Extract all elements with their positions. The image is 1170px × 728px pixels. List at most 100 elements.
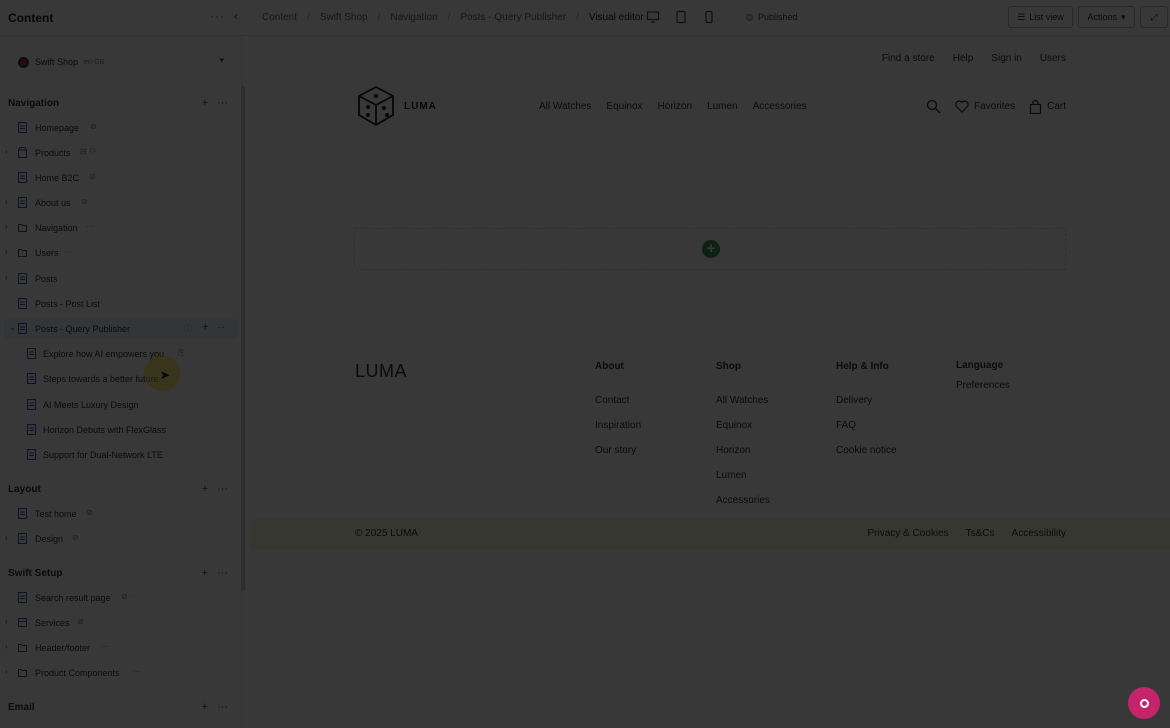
footer-link[interactable]: Preferences — [956, 380, 1010, 405]
mobile-icon[interactable] — [702, 10, 716, 24]
tree-item-search-result-page[interactable]: Search result page ⊘ ◌ — [0, 588, 240, 608]
top-bar: Content ··· ‹ Content / Swift Shop / Navig… — [0, 0, 1170, 36]
favorites-link[interactable]: Favorites — [955, 100, 1015, 113]
tree-item-product-components[interactable]: › Product Components ··· — [0, 663, 240, 683]
breadcrumb-current: Visual editor — [588, 12, 644, 23]
nav-link[interactable]: Equinox — [606, 101, 642, 112]
breadcrumb-item[interactable]: Swift Shop — [320, 12, 368, 23]
footer-link[interactable]: Equinox — [716, 420, 770, 445]
tree-item-homepage[interactable]: Homepage ⊘ — [0, 118, 240, 138]
favorites-label: Favorites — [973, 101, 1016, 112]
tree-item-users[interactable]: › Users ··· — [0, 243, 240, 263]
tree-item-design[interactable]: › Design ⊘ — [0, 529, 240, 549]
breadcrumb-item[interactable]: Content — [262, 12, 297, 23]
expand-chevron-icon[interactable]: › — [5, 273, 8, 282]
footer-brand: LUMA — [355, 361, 408, 381]
legal-link[interactable]: Ts&Cs — [966, 528, 995, 539]
brand-logo[interactable]: LUMA — [356, 85, 437, 127]
nav-link[interactable]: Accessories — [753, 101, 807, 112]
more-icon[interactable]: ··· — [86, 222, 94, 231]
tree-item-navigation[interactable]: › Navigation ··· — [0, 218, 240, 238]
expand-chevron-icon[interactable]: › — [5, 147, 8, 156]
add-icon[interactable]: + — [202, 567, 208, 579]
footer-link[interactable]: Horizon — [716, 445, 770, 470]
expand-chevron-icon[interactable]: › — [5, 617, 8, 626]
more-icon[interactable]: ··· — [217, 97, 228, 109]
tree-item-home-b2c[interactable]: Home B2C ⊘ — [0, 168, 240, 188]
nav-link[interactable]: Lumen — [707, 101, 738, 112]
tree-item-label: Steps towards a better future — [43, 374, 159, 384]
nav-link[interactable]: Horizon — [658, 101, 692, 112]
tree-item-about-us[interactable]: › About us ⊘ — [0, 193, 240, 213]
legal-link[interactable]: Privacy & Cookies — [867, 528, 948, 539]
hidden-icon: ⊘ — [72, 533, 79, 542]
footer-link[interactable]: Our story — [595, 445, 641, 470]
search-icon[interactable] — [926, 99, 941, 114]
desktop-icon[interactable] — [646, 10, 660, 24]
more-icon[interactable]: ··· — [217, 483, 228, 495]
utility-link[interactable]: Sign in — [991, 53, 1022, 64]
expand-chevron-icon[interactable]: › — [5, 247, 8, 256]
actions-button[interactable]: Actions ▾ — [1078, 6, 1135, 28]
footer-link[interactable]: Accessories — [716, 495, 770, 520]
expand-chevron-icon[interactable]: › — [5, 667, 8, 676]
more-icon[interactable]: ··· — [64, 247, 72, 256]
breadcrumb-item[interactable]: Navigation — [390, 12, 437, 23]
add-icon[interactable]: + — [202, 97, 208, 109]
info-icon[interactable]: ⓘ — [184, 323, 192, 334]
footer-link[interactable]: Inspiration — [595, 420, 641, 445]
list-view-button[interactable]: ☰ List view — [1008, 6, 1073, 28]
nav-link[interactable]: All Watches — [539, 101, 591, 112]
legal-link[interactable]: Accessibility — [1012, 528, 1066, 539]
tree-item-test-home[interactable]: Test home ⊘ — [0, 504, 240, 524]
footer-link[interactable]: Lumen — [716, 470, 770, 495]
tree-item-posts-post-list[interactable]: Posts - Post List — [0, 294, 240, 314]
tree-item-horizon-debuts[interactable]: Horizon Debuts with FlexGlass — [0, 420, 240, 440]
tree-item-products[interactable]: › Products ⊟ ⚇ ◌ — [0, 143, 240, 163]
breadcrumb-item[interactable]: Posts - Query Publisher — [460, 12, 566, 23]
tree-item-header-footer[interactable]: › Header/footer ··· — [0, 638, 240, 658]
expand-chevron-icon[interactable]: › — [5, 222, 8, 231]
tree-item-ai-meets-luxury[interactable]: AI Meets Luxury Design — [0, 395, 240, 415]
back-arrow-icon[interactable]: ‹ — [234, 9, 238, 23]
page-icon — [27, 424, 36, 435]
expand-chevron-icon[interactable]: › — [5, 642, 8, 651]
site-selector[interactable]: Swift Shop en-GB ▾ — [18, 54, 224, 70]
tree-item-services[interactable]: › Services ⊘ — [0, 613, 240, 633]
section-header-swift-setup: Swift Setup + ··· — [8, 565, 228, 581]
sidebar-scrollbar[interactable] — [241, 86, 245, 591]
cart-link[interactable]: Cart — [1029, 99, 1066, 114]
empty-content-dropzone[interactable]: + — [354, 228, 1066, 270]
footer-link[interactable]: Delivery — [836, 395, 897, 420]
add-block-button[interactable]: + — [702, 240, 720, 258]
expand-chevron-icon[interactable]: › — [5, 533, 8, 542]
more-icon[interactable]: ··· — [217, 323, 225, 332]
tree-item-label: Services — [35, 618, 70, 628]
hidden-icon: ⊘ — [86, 508, 93, 517]
more-menu-icon[interactable]: ··· — [210, 9, 225, 23]
more-icon[interactable]: ··· — [133, 667, 141, 676]
footer-link[interactable]: Contact — [595, 395, 641, 420]
more-icon[interactable]: ··· — [217, 701, 228, 713]
tree-item-posts[interactable]: › Posts — [0, 269, 240, 289]
add-icon[interactable]: + — [202, 321, 208, 333]
collapse-chevron-icon[interactable]: ⌄ — [9, 323, 16, 332]
tree-item-support-dual-network[interactable]: Support for Dual-Network LTE — [0, 445, 240, 465]
expand-chevron-icon[interactable]: › — [5, 197, 8, 206]
utility-link[interactable]: Help — [953, 53, 974, 64]
chat-support-button[interactable] — [1128, 687, 1160, 719]
tablet-icon[interactable] — [674, 10, 688, 24]
more-icon[interactable]: ··· — [101, 642, 109, 651]
footer-link[interactable]: Cookie notice — [836, 445, 897, 470]
tree-item-steps-towards[interactable]: Steps towards a better future — [0, 369, 240, 389]
utility-link[interactable]: Find a store — [882, 53, 935, 64]
utility-link[interactable]: Users — [1040, 53, 1066, 64]
footer-link[interactable]: All Watches — [716, 395, 770, 420]
tree-item-posts-query-publisher[interactable]: ⌄ Posts - Query Publisher ⓘ + ··· — [4, 319, 238, 339]
add-icon[interactable]: + — [202, 483, 208, 495]
fullscreen-button[interactable]: ⤢ — [1140, 6, 1168, 28]
more-icon[interactable]: ··· — [217, 567, 228, 579]
footer-link[interactable]: FAQ — [836, 420, 897, 445]
tree-item-explore-how-ai[interactable]: Explore how AI empowers you ⎘ — [0, 344, 240, 364]
add-icon[interactable]: + — [202, 701, 208, 713]
